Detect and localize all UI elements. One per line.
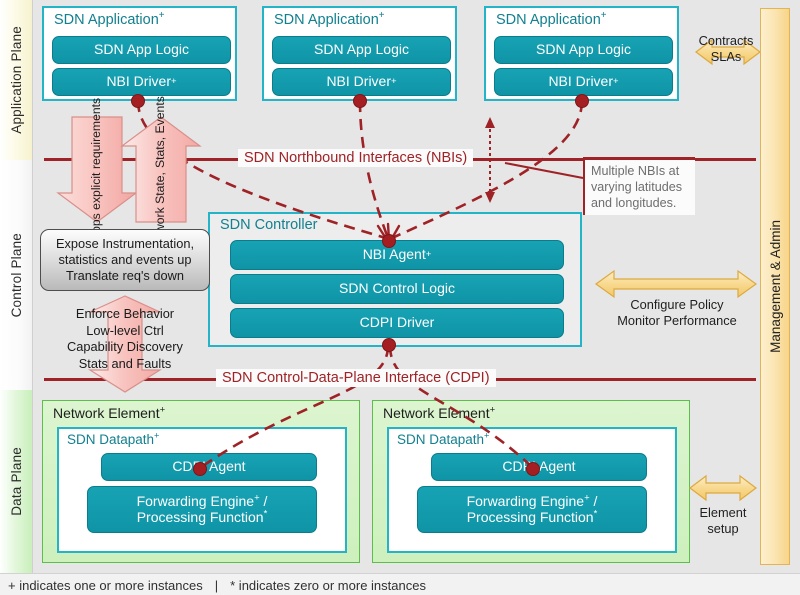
network-element-2-title: Network Element+ bbox=[383, 404, 496, 421]
footer-legend: + indicates one or more instances | * in… bbox=[0, 573, 800, 595]
forwarding-engine-2[interactable]: Forwarding Engine+ / Processing Function… bbox=[417, 486, 647, 533]
ctrl-data-line3: Capability Discovery bbox=[67, 339, 183, 355]
management-admin-label: Management & Admin bbox=[767, 220, 783, 353]
expose-instrumentation-note: Expose Instrumentation, statistics and e… bbox=[40, 229, 210, 291]
plane-band-data: Data Plane bbox=[0, 390, 32, 573]
ctrl-data-line2: Low-level Ctrl bbox=[86, 322, 164, 338]
callout-pointer bbox=[504, 162, 584, 179]
apps-req-line2: requirements bbox=[89, 98, 104, 170]
nbi-interface-label: SDN Northbound Interfaces (NBIs) bbox=[238, 149, 474, 167]
legend-star: * indicates zero or more instances bbox=[230, 577, 426, 593]
nbi-driver-2[interactable]: NBI Driver + bbox=[272, 68, 451, 96]
sdn-architecture-diagram: Application Plane Control Plane Data Pla… bbox=[0, 0, 800, 595]
sdn-app-logic-3[interactable]: SDN App Logic bbox=[494, 36, 673, 64]
element-setup-label: Element setup bbox=[688, 505, 758, 537]
sdn-controller-title: SDN Controller bbox=[220, 217, 318, 233]
nbi-latitude-arrow bbox=[485, 117, 495, 203]
arrow-label-network-state: Network State, Stats, Events bbox=[136, 96, 186, 251]
control-to-data-arrow-text: Enforce Behavior Low-level Ctrl Capabili… bbox=[30, 306, 220, 373]
ctrl-data-line4: Stats and Faults bbox=[78, 355, 172, 371]
sdn-application-1[interactable]: SDN Application+ SDN App Logic NBI Drive… bbox=[42, 6, 237, 101]
sdn-datapath-1[interactable]: SDN Datapath+ CDPI Agent Forwarding Engi… bbox=[57, 427, 347, 553]
cdpi-driver[interactable]: CDPI Driver bbox=[230, 308, 564, 338]
sdn-app-logic-2[interactable]: SDN App Logic bbox=[272, 36, 451, 64]
sdn-datapath-1-title: SDN Datapath+ bbox=[67, 430, 160, 447]
sdn-application-3-title: SDN Application+ bbox=[496, 10, 607, 28]
network-state-line2: Stats, Events bbox=[153, 96, 168, 169]
arrow-element-setup bbox=[689, 474, 757, 502]
management-admin-panel[interactable]: Management & Admin bbox=[760, 8, 790, 565]
network-element-1-title: Network Element+ bbox=[53, 404, 166, 421]
legend-plus: + indicates one or more instances bbox=[8, 577, 203, 593]
callout-line3: and longitudes. bbox=[591, 196, 677, 211]
configure-line2: Monitor Performance bbox=[617, 312, 737, 328]
configure-line1: Configure Policy bbox=[630, 297, 724, 312]
contracts-line2: SLAs bbox=[710, 48, 742, 64]
sdn-app-logic-1[interactable]: SDN App Logic bbox=[52, 36, 231, 64]
contracts-line1: Contracts bbox=[698, 33, 754, 48]
gray-note-line1: Expose Instrumentation, bbox=[56, 236, 194, 252]
sdn-datapath-2-title: SDN Datapath+ bbox=[397, 430, 490, 447]
element-setup-line2: setup bbox=[707, 520, 739, 536]
callout-line1: Multiple NBIs at bbox=[591, 164, 680, 178]
plane-label-control: Control Plane bbox=[8, 232, 24, 318]
gray-note-line3: Translate req's down bbox=[66, 267, 184, 283]
plane-column-divider bbox=[32, 0, 33, 573]
sdn-control-logic[interactable]: SDN Control Logic bbox=[230, 274, 564, 304]
legend-separator: | bbox=[214, 577, 219, 593]
forwarding-engine-1[interactable]: Forwarding Engine+ / Processing Function… bbox=[87, 486, 317, 533]
plane-column: Application Plane Control Plane Data Pla… bbox=[0, 0, 32, 573]
gray-note-line2: statistics and events up bbox=[58, 252, 192, 267]
nbi-driver-3[interactable]: NBI Driver + bbox=[494, 68, 673, 96]
element-setup-line1: Element bbox=[699, 505, 747, 520]
sdn-datapath-2[interactable]: SDN Datapath+ CDPI Agent Forwarding Engi… bbox=[387, 427, 677, 553]
configure-policy-label: Configure Policy Monitor Performance bbox=[598, 297, 756, 329]
plane-band-control: Control Plane bbox=[0, 160, 32, 390]
arrow-label-apps-requirements: Apps explicit requirements bbox=[58, 98, 136, 241]
multiple-nbis-callout: Multiple NBIs at varying latitudes and l… bbox=[583, 160, 695, 216]
plane-label-data: Data Plane bbox=[8, 447, 24, 516]
ctrl-data-line1: Enforce Behavior bbox=[75, 306, 175, 321]
cdpi-agent-1[interactable]: CDPI Agent bbox=[101, 453, 317, 481]
sdn-application-3[interactable]: SDN Application+ SDN App Logic NBI Drive… bbox=[484, 6, 679, 101]
sdn-application-1-title: SDN Application+ bbox=[54, 10, 165, 28]
contracts-slas-label: Contracts SLAs bbox=[686, 33, 766, 65]
arrow-configure-policy bbox=[594, 269, 758, 299]
plane-label-application: Application Plane bbox=[8, 26, 24, 134]
nbi-driver-1[interactable]: NBI Driver + bbox=[52, 68, 231, 96]
sdn-controller[interactable]: SDN Controller NBI Agent + SDN Control Lo… bbox=[208, 212, 582, 347]
sdn-application-2-title: SDN Application+ bbox=[274, 10, 385, 28]
network-element-2[interactable]: Network Element+ SDN Datapath+ CDPI Agen… bbox=[372, 400, 690, 563]
nbi-agent[interactable]: NBI Agent + bbox=[230, 240, 564, 270]
sdn-application-2[interactable]: SDN Application+ SDN App Logic NBI Drive… bbox=[262, 6, 457, 101]
network-element-1[interactable]: Network Element+ SDN Datapath+ CDPI Agen… bbox=[42, 400, 360, 563]
plane-band-application: Application Plane bbox=[0, 0, 32, 160]
callout-line2: varying latitudes bbox=[591, 180, 683, 195]
cdpi-interface-label: SDN Control-Data-Plane Interface (CDPI) bbox=[216, 369, 496, 387]
cdpi-agent-2[interactable]: CDPI Agent bbox=[431, 453, 647, 481]
